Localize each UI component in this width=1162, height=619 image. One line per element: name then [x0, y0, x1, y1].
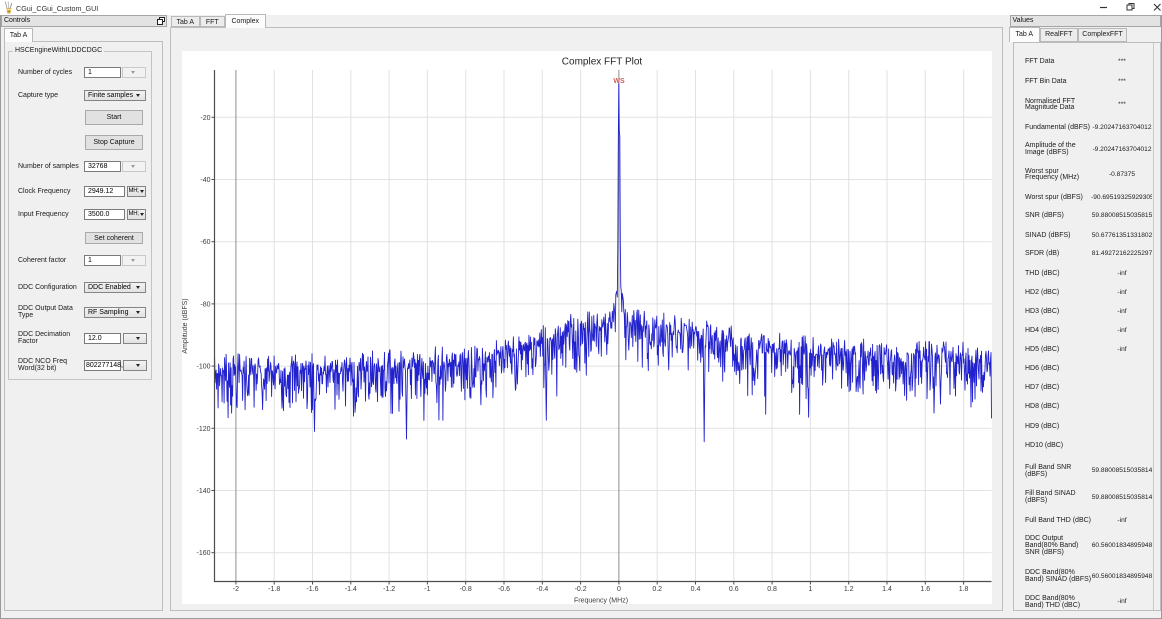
svg-text:-40: -40	[200, 177, 210, 184]
svg-text:WS: WS	[613, 78, 625, 85]
svg-text:Amplitude (dBFS): Amplitude (dBFS)	[182, 298, 189, 353]
svg-text:-160: -160	[196, 550, 210, 557]
svg-text:1.4: 1.4	[882, 586, 892, 593]
svg-text:-0.2: -0.2	[575, 586, 587, 593]
svg-text:-120: -120	[196, 426, 210, 433]
svg-text:1.8: 1.8	[959, 586, 969, 593]
svg-text:0.4: 0.4	[691, 586, 701, 593]
svg-text:-0.6: -0.6	[498, 586, 510, 593]
svg-text:-20: -20	[200, 115, 210, 122]
svg-text:Frequency (MHz): Frequency (MHz)	[574, 598, 628, 605]
svg-text:-0.8: -0.8	[460, 586, 472, 593]
svg-text:-140: -140	[196, 488, 210, 495]
svg-text:1.2: 1.2	[844, 586, 854, 593]
svg-text:0.2: 0.2	[652, 586, 662, 593]
svg-text:Complex FFT Plot: Complex FFT Plot	[562, 56, 643, 67]
svg-text:-2: -2	[233, 586, 239, 593]
svg-text:-60: -60	[200, 239, 210, 246]
svg-text:-1.4: -1.4	[345, 586, 357, 593]
svg-text:-80: -80	[200, 301, 210, 308]
svg-text:0: 0	[617, 586, 621, 593]
svg-text:-1.8: -1.8	[268, 586, 280, 593]
svg-text:0.8: 0.8	[767, 586, 777, 593]
svg-text:1.6: 1.6	[920, 586, 930, 593]
svg-text:-1.6: -1.6	[306, 586, 318, 593]
svg-text:-100: -100	[196, 364, 210, 371]
svg-text:-0.4: -0.4	[536, 586, 548, 593]
svg-text:1: 1	[808, 586, 812, 593]
svg-text:0.6: 0.6	[729, 586, 739, 593]
svg-text:-1.2: -1.2	[383, 586, 395, 593]
svg-text:-1: -1	[424, 586, 430, 593]
